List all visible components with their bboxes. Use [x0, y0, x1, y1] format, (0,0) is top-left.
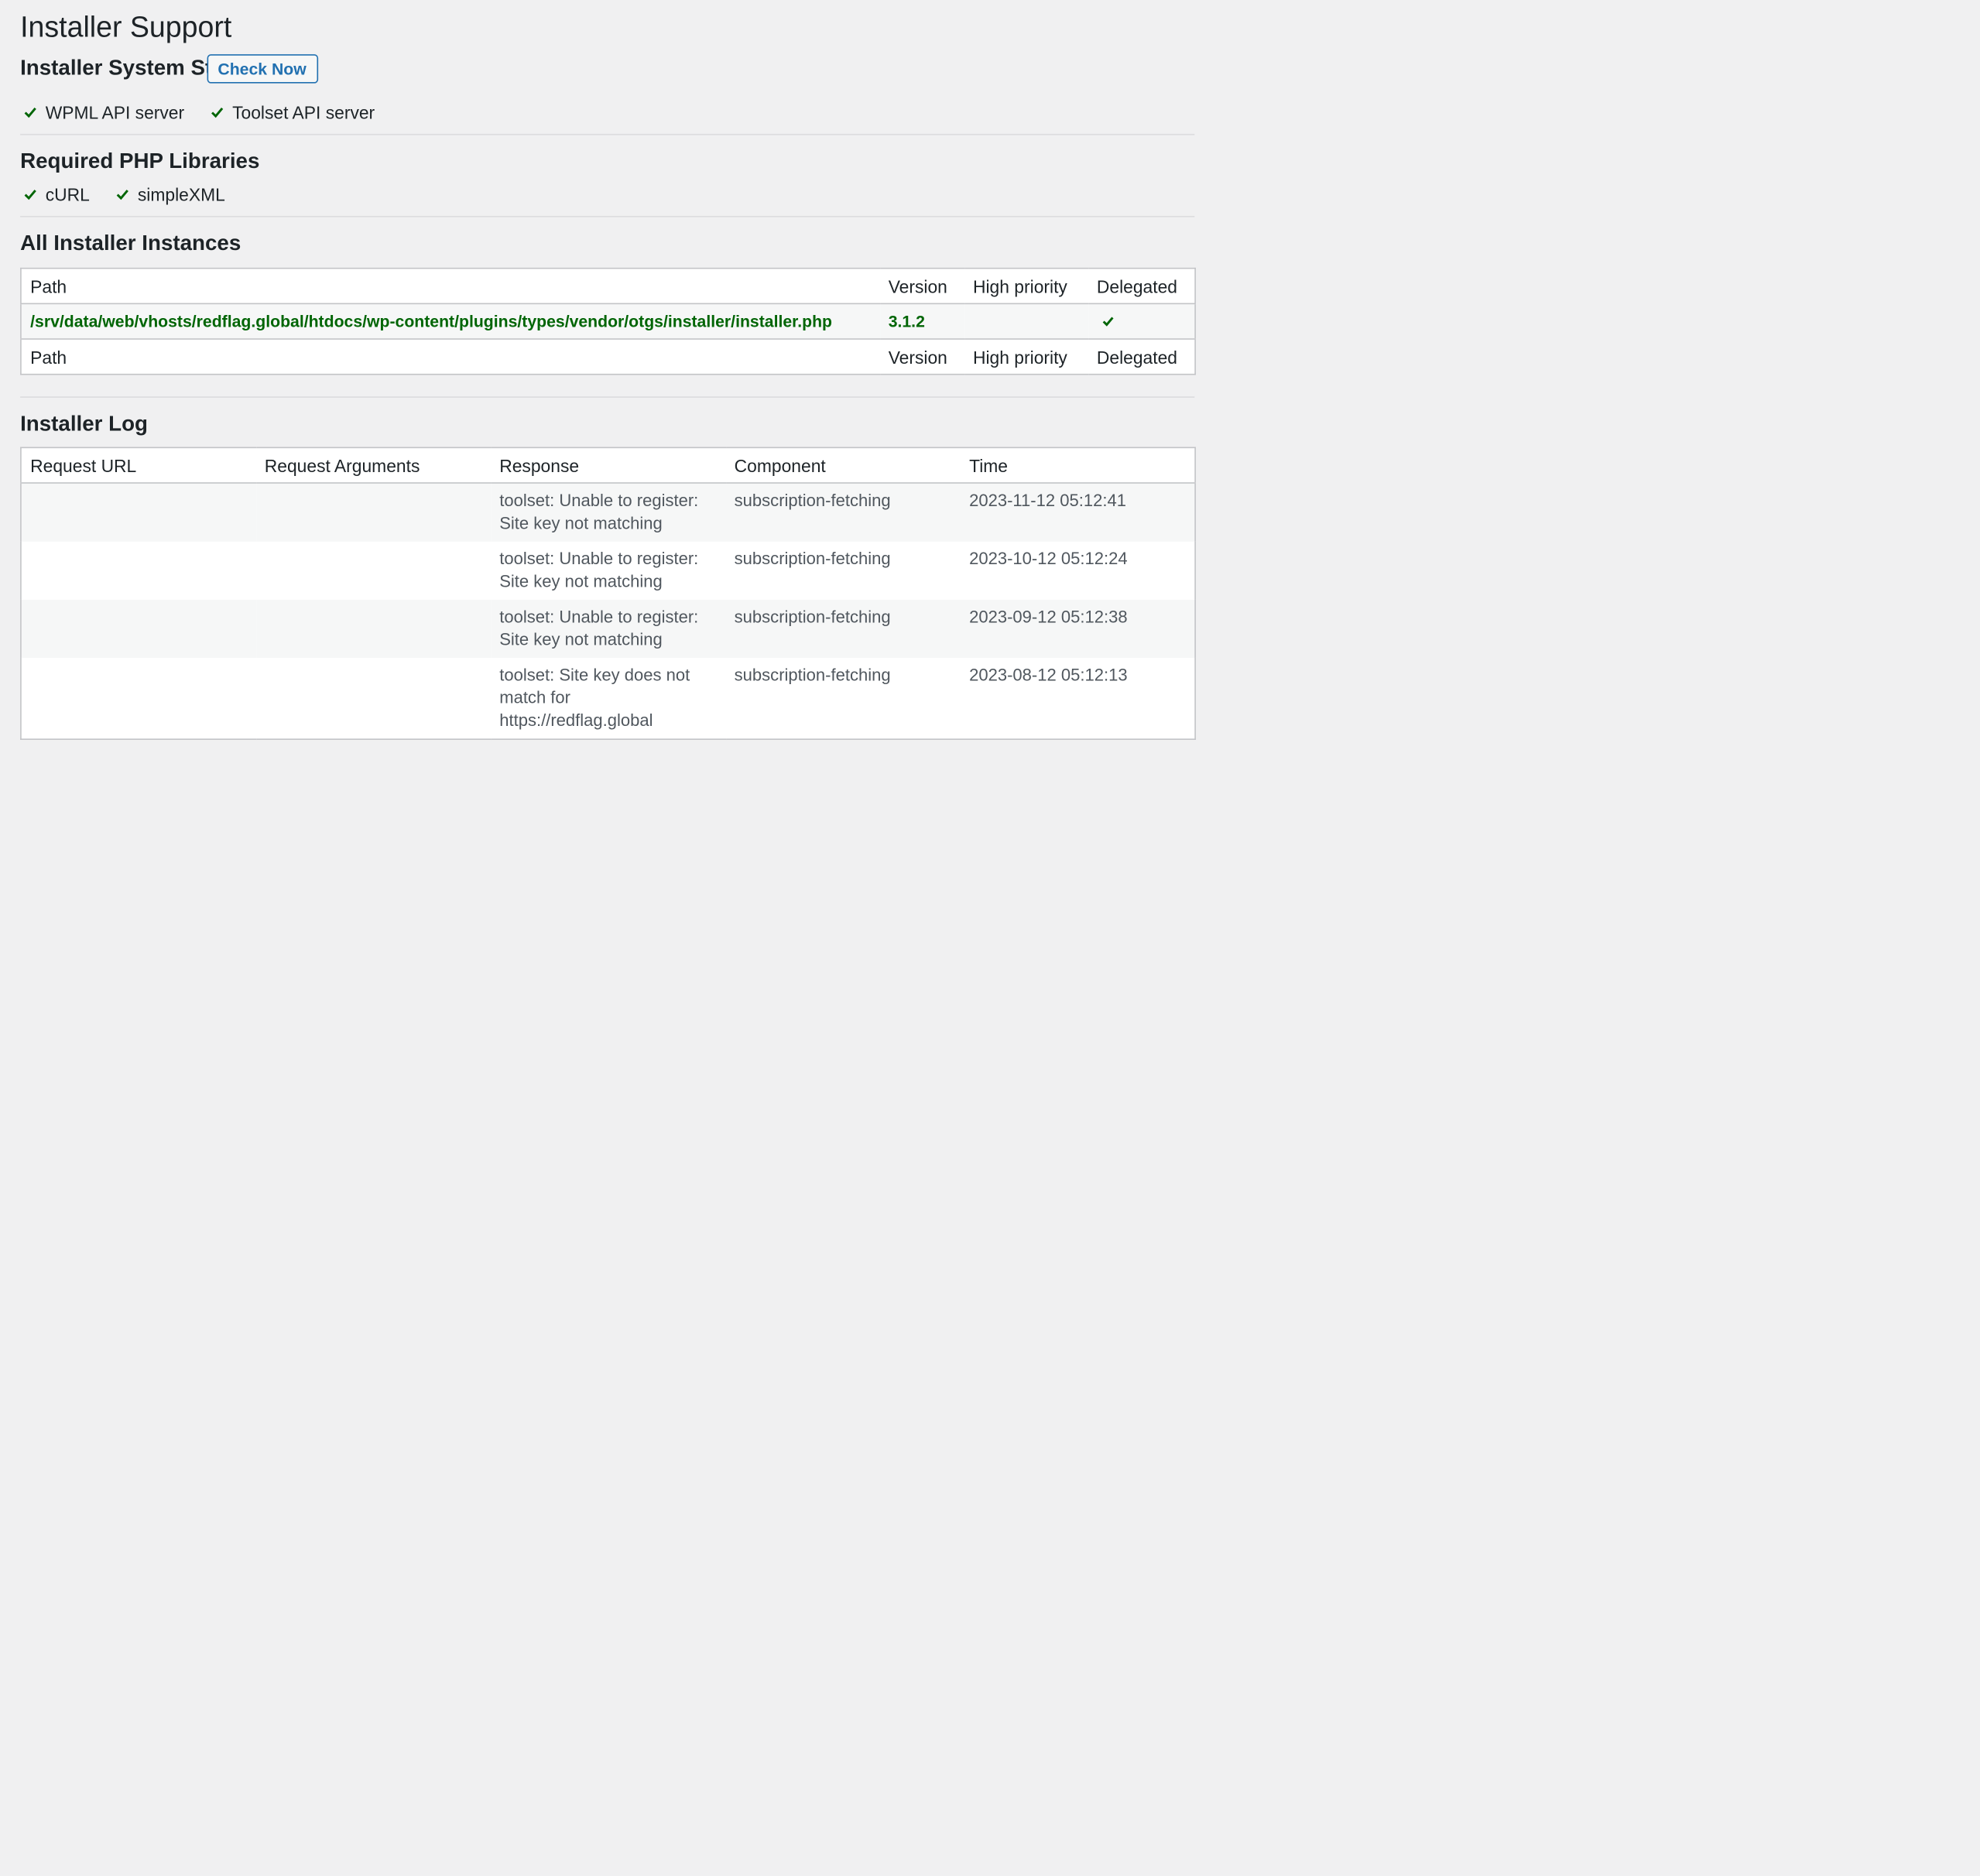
log-component: subscription-fetching	[734, 549, 891, 569]
column-header-high-priority: High priority	[964, 268, 1088, 305]
log-request-arguments	[255, 658, 490, 739]
check-icon	[211, 107, 224, 118]
column-header-delegated: Delegated	[1088, 268, 1196, 305]
column-header-response: Response	[490, 447, 726, 484]
log-request-url	[21, 483, 255, 542]
column-header-request-arguments: Request Arguments	[255, 447, 491, 484]
instance-row: /srv/data/web/vhosts/redflag.global/htdo…	[20, 303, 1196, 340]
check-icon	[116, 189, 128, 200]
column-footer-path: Path	[20, 338, 880, 375]
log-request-url	[21, 542, 255, 600]
library-item-label: cURL	[45, 183, 90, 204]
check-icon	[24, 189, 36, 200]
log-time: 2023-11-12 05:12:41	[969, 491, 1126, 511]
column-header-request-url: Request URL	[20, 447, 256, 484]
status-item-label: WPML API server	[45, 101, 185, 122]
library-item-simplexml: simpleXML	[116, 183, 225, 204]
instances-header-row: Path Version High priority Delegated	[20, 268, 1196, 305]
instance-high-priority	[964, 303, 1088, 339]
log-row: toolset: Unable to register: Site key no…	[20, 483, 1196, 542]
library-item-curl: cURL	[24, 183, 90, 204]
log-request-arguments	[255, 483, 490, 542]
instance-path: /srv/data/web/vhosts/redflag.global/htdo…	[30, 311, 832, 331]
php-libraries-title: Required PHP Libraries	[20, 149, 260, 173]
column-footer-version: Version	[879, 338, 964, 375]
column-header-path: Path	[20, 268, 880, 305]
log-component: subscription-fetching	[734, 665, 891, 685]
instances-title: All Installer Instances	[20, 231, 242, 255]
log-request-url	[21, 600, 255, 658]
instance-version: 3.1.2	[888, 311, 925, 331]
section-divider	[20, 396, 1195, 398]
column-header-time: Time	[960, 447, 1196, 484]
check-now-button[interactable]: Check Now	[206, 53, 318, 83]
status-item-label: Toolset API server	[232, 101, 375, 122]
log-component: subscription-fetching	[734, 607, 891, 627]
column-header-component: Component	[725, 447, 961, 484]
log-header-row: Request URL Request Arguments Response C…	[20, 447, 1196, 484]
log-time: 2023-08-12 05:12:13	[969, 665, 1128, 685]
log-row: toolset: Unable to register: Site key no…	[21, 542, 1195, 600]
check-icon	[1101, 317, 1113, 327]
log-response: toolset: Unable to register: Site key no…	[499, 607, 699, 649]
instances-footer-row: Path Version High priority Delegated	[20, 338, 1196, 375]
log-time: 2023-10-12 05:12:24	[969, 549, 1128, 569]
status-item-wpml-api: WPML API server	[24, 101, 184, 122]
log-row: toolset: Unable to register: Site key no…	[20, 599, 1196, 658]
section-divider	[20, 133, 1195, 135]
log-response: toolset: Unable to register: Site key no…	[499, 549, 699, 591]
page-title: Installer Support	[20, 10, 232, 43]
library-item-label: simpleXML	[137, 183, 225, 204]
log-request-arguments	[255, 600, 490, 658]
status-item-toolset-api: Toolset API server	[211, 101, 375, 122]
system-status-list: WPML API server Toolset API server	[20, 101, 397, 123]
installer-log-table: Request URL Request Arguments Response C…	[20, 447, 1196, 741]
installer-log-title: Installer Log	[20, 411, 149, 436]
section-divider	[20, 215, 1195, 217]
page: Installer Support Installer System Statu…	[0, 0, 1980, 1876]
log-response: toolset: Site key does not match for htt…	[499, 665, 690, 730]
log-row: toolset: Site key does not match for htt…	[21, 658, 1195, 739]
instance-delegated	[1088, 303, 1195, 339]
php-libraries-list: cURL simpleXML	[20, 183, 248, 205]
column-footer-high-priority: High priority	[964, 338, 1088, 375]
log-response: toolset: Unable to register: Site key no…	[499, 491, 699, 533]
log-component: subscription-fetching	[734, 491, 891, 511]
column-header-version: Version	[879, 268, 964, 305]
log-request-url	[21, 658, 255, 739]
column-footer-delegated: Delegated	[1088, 338, 1196, 375]
instances-table: Path Version High priority Delegated /sr…	[20, 267, 1196, 375]
log-request-arguments	[255, 542, 490, 600]
check-icon	[24, 107, 36, 118]
log-time: 2023-09-12 05:12:38	[969, 607, 1128, 627]
